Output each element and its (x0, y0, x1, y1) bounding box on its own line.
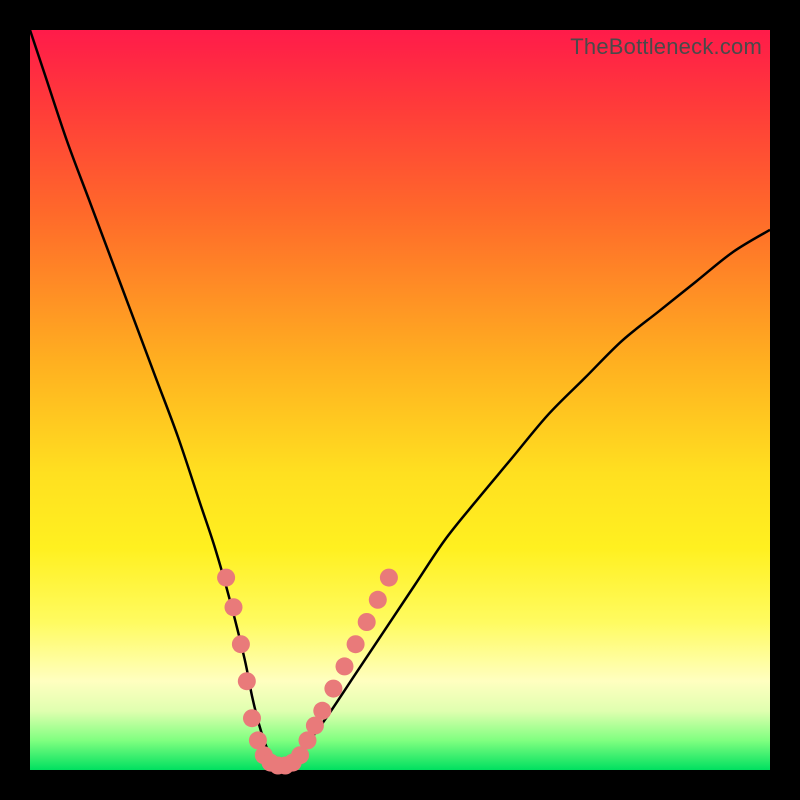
marker-point (232, 635, 250, 653)
marker-point (336, 657, 354, 675)
plot-svg (30, 30, 770, 770)
marker-point (243, 709, 261, 727)
chart-frame: TheBottleneck.com (0, 0, 800, 800)
plot-area: TheBottleneck.com (30, 30, 770, 770)
markers-group (217, 569, 398, 775)
marker-point (380, 569, 398, 587)
marker-point (369, 591, 387, 609)
marker-point (225, 598, 243, 616)
marker-point (347, 635, 365, 653)
marker-point (358, 613, 376, 631)
bottleneck-curve (30, 30, 770, 766)
marker-point (238, 672, 256, 690)
marker-point (313, 702, 331, 720)
marker-point (324, 680, 342, 698)
marker-point (217, 569, 235, 587)
